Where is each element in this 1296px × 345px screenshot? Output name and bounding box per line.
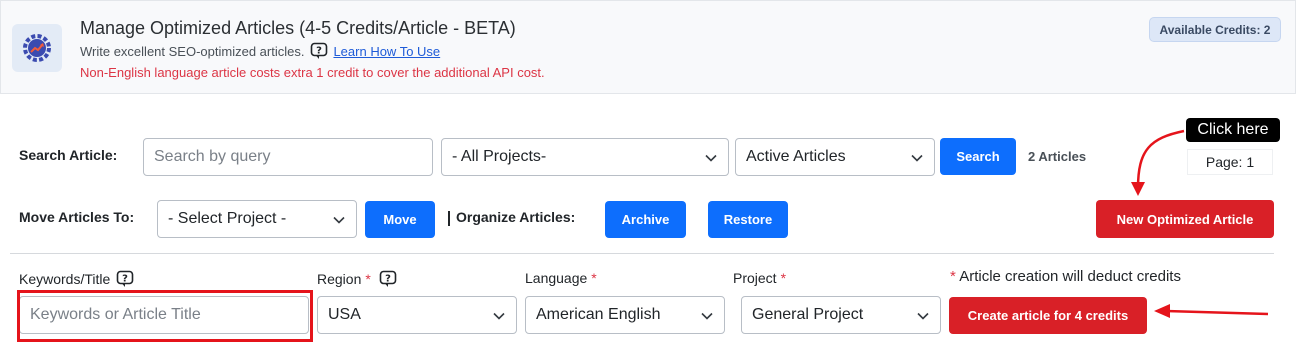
arrow-head-create-button (1154, 304, 1170, 318)
arrow-to-new-article (1136, 129, 1185, 189)
arrow-to-create-button (1165, 309, 1269, 316)
annotation-arrows (1131, 129, 1269, 318)
arrow-head-new-article (1131, 182, 1145, 196)
